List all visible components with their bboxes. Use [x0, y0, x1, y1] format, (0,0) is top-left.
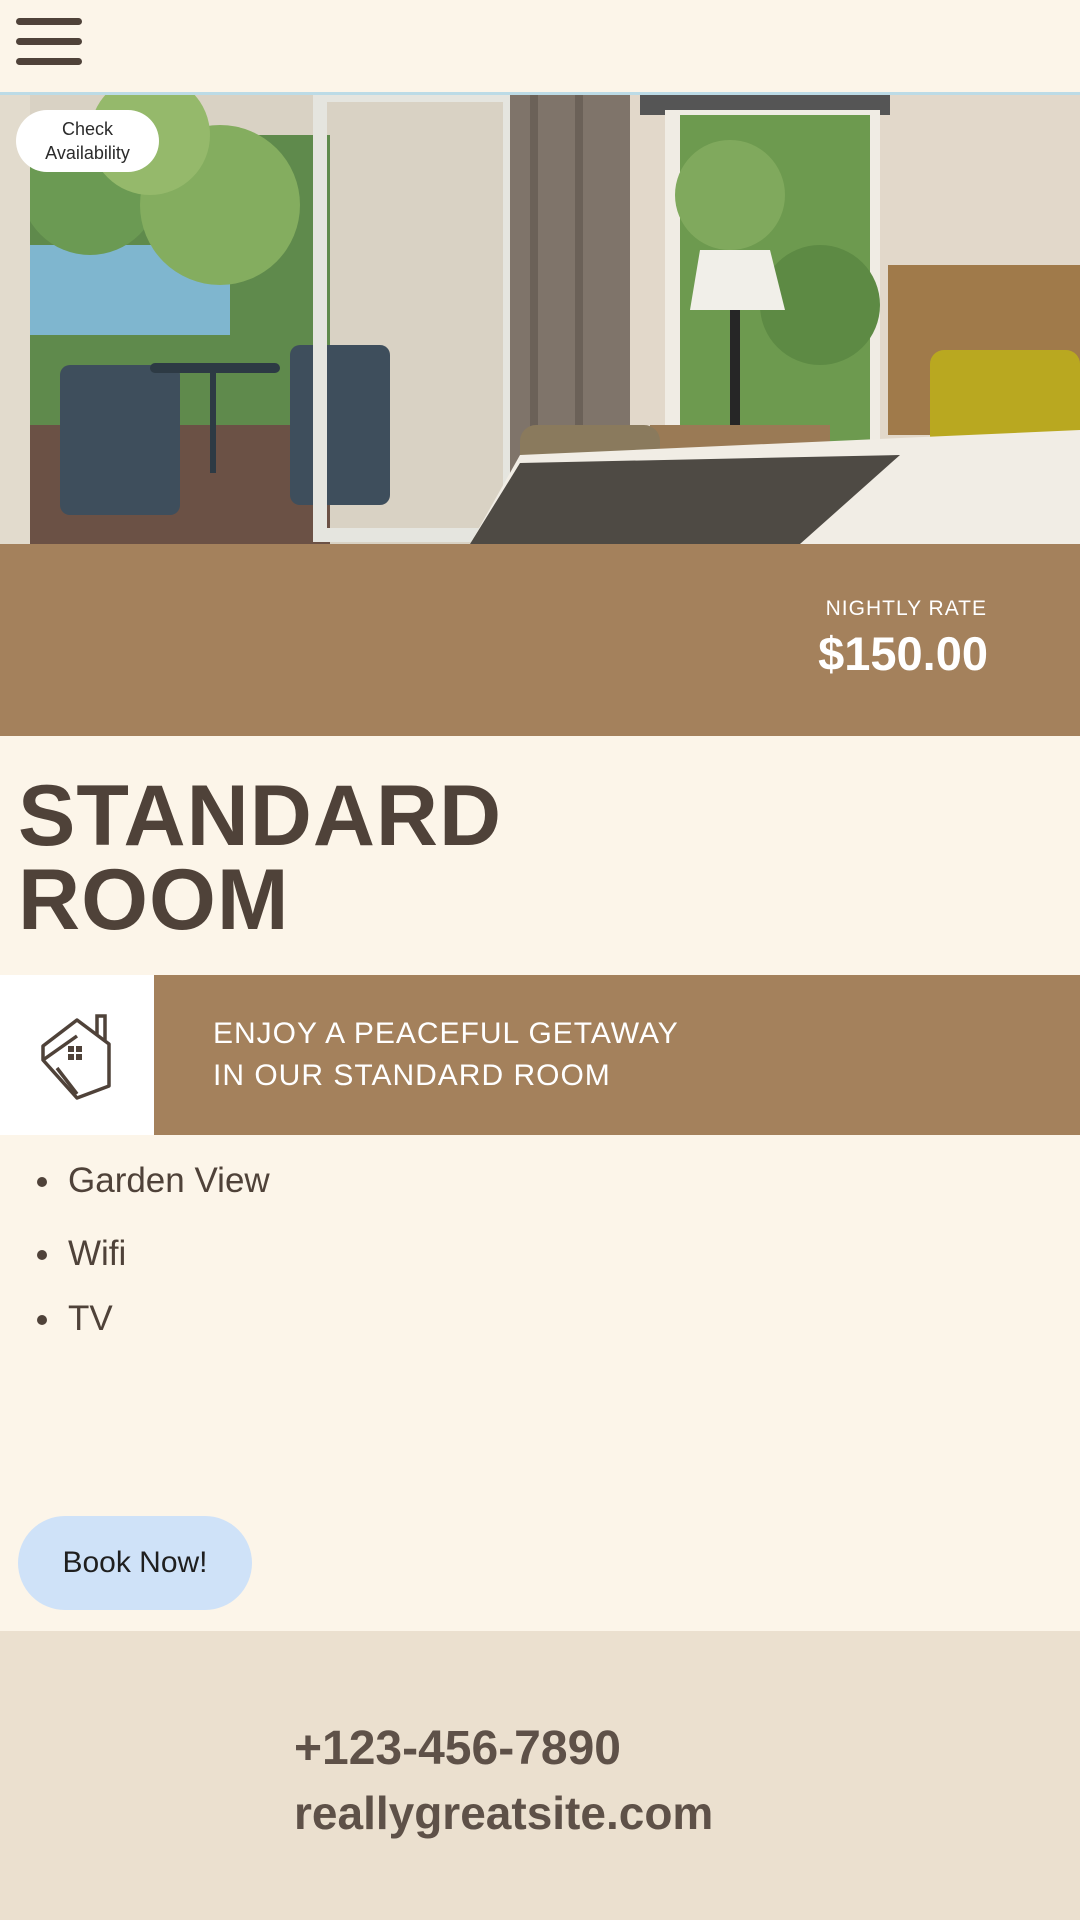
tagline-line1: ENJOY A PEACEFUL GETAWAY: [213, 1017, 679, 1050]
room-title-line1: STANDARD: [18, 768, 503, 864]
room-photo: [0, 95, 1080, 544]
tagline: ENJOY A PEACEFUL GETAWAY IN OUR STANDARD…: [213, 1013, 679, 1097]
amenity-item: Garden View: [30, 1162, 270, 1200]
room-title: STANDARD ROOM: [18, 773, 502, 943]
footer-website: reallygreatsite.com: [294, 1787, 714, 1839]
tagline-icon-box: [0, 975, 154, 1135]
nightly-rate-label: NIGHTLY RATE: [825, 597, 987, 620]
nightly-rate-value: $150.00: [818, 627, 988, 680]
amenity-item: Wifi: [30, 1235, 270, 1273]
house-icon: [41, 1014, 111, 1100]
room-title-line2: ROOM: [18, 852, 290, 948]
amenities-list: Garden View Wifi TV: [30, 1162, 270, 1338]
book-now-button[interactable]: Book Now!: [18, 1516, 252, 1610]
hamburger-menu-icon[interactable]: [16, 18, 82, 66]
footer-phone: +123-456-7890: [294, 1722, 621, 1775]
tagline-line2: IN OUR STANDARD ROOM: [213, 1059, 611, 1092]
top-bar: [0, 0, 1080, 95]
amenity-item: TV: [30, 1300, 270, 1338]
check-availability-button[interactable]: Check Availability: [16, 110, 159, 172]
